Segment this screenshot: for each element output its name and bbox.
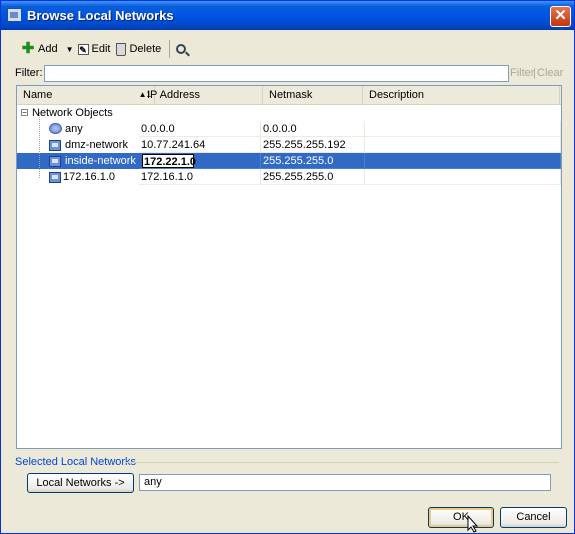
- description-cell: [365, 121, 561, 137]
- trash-icon: [116, 42, 127, 56]
- column-header-ip-address[interactable]: IP Address: [141, 86, 263, 104]
- ok-button[interactable]: OK: [428, 507, 494, 528]
- local-networks-button[interactable]: Local Networks ->: [27, 473, 134, 493]
- filter-label: Filter:: [15, 67, 43, 79]
- collapse-toggle-icon[interactable]: −: [21, 109, 28, 117]
- ip-cell: 172.16.1.0: [139, 169, 261, 185]
- group-row-network-objects[interactable]: − Network Objects: [17, 105, 561, 121]
- edit-icon: ✎: [77, 43, 89, 55]
- filter-separator: |: [533, 67, 536, 79]
- column-header-name[interactable]: Name ▲1: [17, 86, 155, 104]
- name-cell: inside-network: [17, 153, 141, 169]
- browse-local-networks-dialog: Browse Local Networks ✕ ✚ Add ▼ ✎ Edit D…: [0, 0, 575, 534]
- network-objects-table[interactable]: Name ▲1 IP Address Netmask Description −…: [16, 85, 562, 449]
- filter-button[interactable]: Filter: [510, 67, 534, 79]
- description-cell: [365, 153, 561, 169]
- table-row[interactable]: 172.16.1.0 172.16.1.0 255.255.255.0: [17, 169, 561, 185]
- table-header: Name ▲1 IP Address Netmask Description: [17, 86, 561, 105]
- window-title: Browse Local Networks: [27, 8, 174, 23]
- table-row[interactable]: dmz-network 10.77.241.64 255.255.255.192: [17, 137, 561, 153]
- cancel-button[interactable]: Cancel: [500, 507, 567, 528]
- column-name-label: Name: [23, 89, 53, 101]
- close-button[interactable]: ✕: [550, 6, 571, 27]
- add-label: Add: [38, 43, 58, 55]
- selected-local-networks-label: Selected Local Networks: [15, 456, 137, 468]
- name-cell: dmz-network: [17, 137, 141, 153]
- toolbar: ✚ Add ▼ ✎ Edit Delete: [21, 40, 192, 58]
- column-header-description[interactable]: Description: [363, 86, 560, 104]
- add-dropdown-arrow[interactable]: ▼: [66, 45, 74, 54]
- delete-label: Delete: [129, 43, 162, 55]
- search-icon: [176, 44, 187, 54]
- name-cell: any: [17, 121, 141, 137]
- network-object-icon: [49, 156, 61, 167]
- edit-label: Edit: [91, 43, 111, 55]
- description-cell: [365, 137, 561, 153]
- find-button[interactable]: [176, 44, 187, 54]
- edit-button[interactable]: ✎ Edit: [77, 43, 111, 55]
- netmask-cell: 0.0.0.0: [261, 121, 365, 137]
- title-bar[interactable]: Browse Local Networks ✕: [1, 1, 574, 30]
- app-icon: [7, 8, 22, 22]
- tree-guide-line: [39, 112, 40, 178]
- group-label: Network Objects: [32, 107, 113, 119]
- table-row[interactable]: any 0.0.0.0 0.0.0.0: [17, 121, 561, 137]
- network-object-icon: [49, 140, 61, 151]
- network-object-icon: [49, 172, 61, 183]
- ip-cell: 10.77.241.64: [139, 137, 261, 153]
- clear-button[interactable]: Clear: [537, 67, 563, 79]
- netmask-cell: 255.255.255.192: [261, 137, 365, 153]
- description-cell: [365, 169, 561, 185]
- netmask-cell: 255.255.255.0: [261, 169, 365, 185]
- name-cell: 172.16.1.0: [17, 169, 141, 185]
- ip-edit-field[interactable]: 172.22.1.0: [142, 154, 196, 168]
- toolbar-separator: [169, 40, 171, 58]
- ip-cell: 0.0.0.0: [139, 121, 261, 137]
- section-divider: [125, 462, 559, 463]
- netmask-cell: 255.255.255.0: [261, 153, 365, 169]
- plus-icon: ✚: [21, 40, 35, 57]
- add-button[interactable]: ✚ Add: [21, 40, 58, 57]
- table-row-selected[interactable]: inside-network 172.22.1.0 255.255.255.0: [17, 153, 561, 169]
- column-header-netmask[interactable]: Netmask: [263, 86, 363, 104]
- delete-button[interactable]: Delete: [116, 42, 162, 56]
- filter-input[interactable]: [44, 65, 509, 82]
- selected-networks-field[interactable]: any: [139, 474, 551, 491]
- mouse-pointer-icon: [467, 515, 479, 533]
- ip-cell: 172.22.1.0: [139, 153, 261, 169]
- network-globe-icon: [49, 123, 62, 134]
